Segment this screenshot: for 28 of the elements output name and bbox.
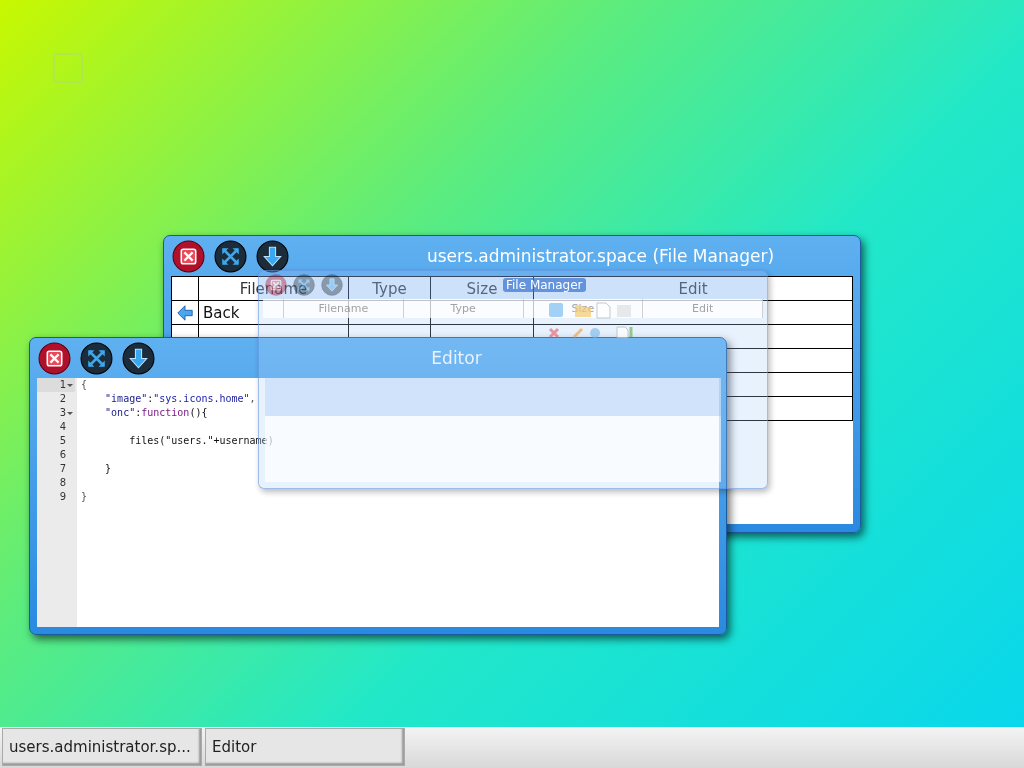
line-number: 8 [58,476,67,490]
code-line: "image":"sys.icons.home", [104,393,256,404]
expand-icon[interactable] [80,341,113,375]
column-header: Type [403,299,524,318]
line-number: 3 [37,406,75,420]
code-line: { [81,379,88,390]
close-icon[interactable] [172,239,205,273]
code-line: } [81,491,88,502]
line-number: 9 [58,490,67,504]
expand-icon[interactable] [214,239,247,273]
code-line: files("users."+username) [128,435,274,446]
line-number: 7 [58,462,67,476]
line-number: 2 [58,392,67,406]
line-number: 6 [58,448,67,462]
window-title: users.administrator.space (File Manager) [425,246,776,266]
code-line: "onc":function(){ [104,407,208,418]
taskbar-button[interactable]: users.administrator.sp... [2,728,202,766]
column-header: Filename [284,299,404,318]
line-number: 4 [58,420,67,434]
code-line: } [104,463,112,474]
close-icon[interactable] [38,341,71,375]
line-number: 1 [37,378,75,392]
column-header: Edit [643,299,763,318]
window-title: Editor [430,348,483,368]
back-arrow-icon[interactable] [176,303,194,322]
preview-title: File Manager [503,278,586,292]
line-number: 5 [58,434,67,448]
taskbar-button[interactable]: Editor [205,728,405,766]
